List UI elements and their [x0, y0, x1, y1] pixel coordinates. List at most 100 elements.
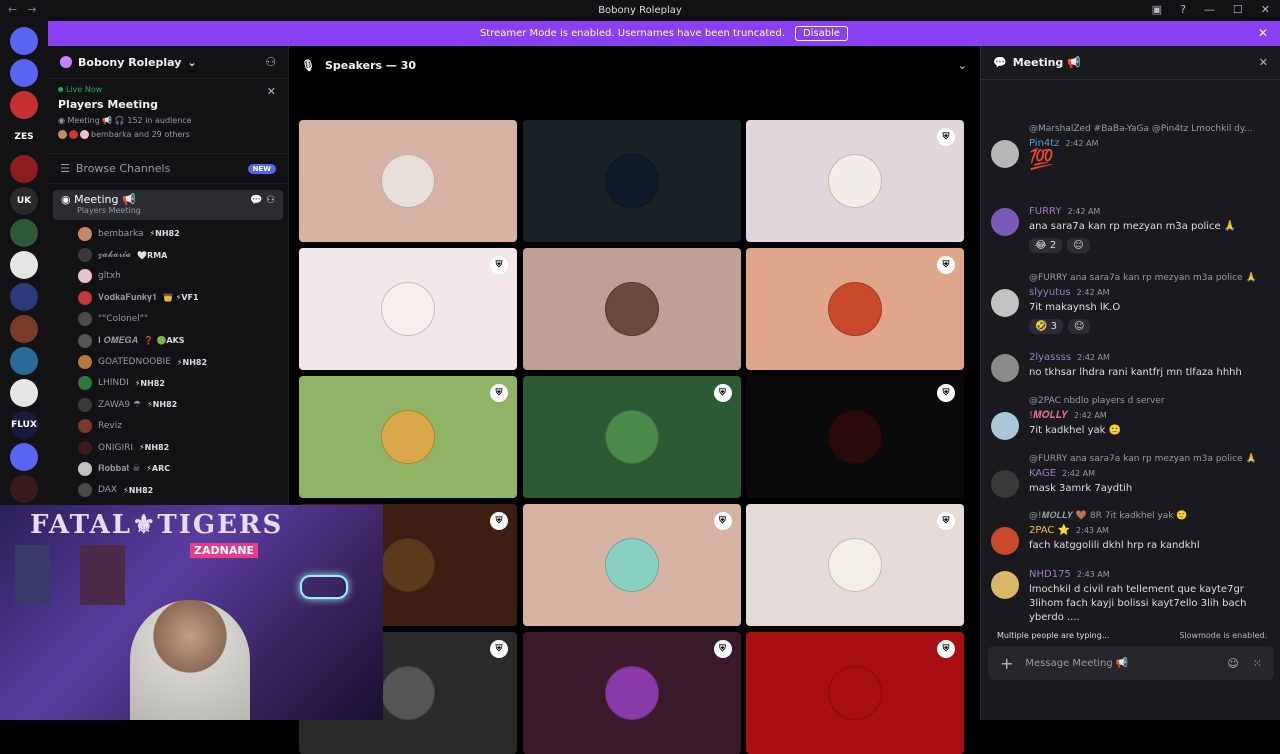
avatar	[78, 461, 92, 476]
voice-user[interactable]: LHINDI ⚡NH82	[78, 373, 288, 394]
reply-preview[interactable]: @MarshalZed #BaBa-YaGa @Pin4tz Lmochkil …	[1029, 124, 1253, 134]
voice-user[interactable]: DAX ⚡NH82	[78, 480, 288, 501]
server-icon[interactable]	[10, 283, 38, 311]
speaker-tile[interactable]: ⛨	[746, 504, 964, 626]
server-icon[interactable]	[10, 475, 38, 503]
user-name: bembarka	[98, 228, 144, 239]
voice-user[interactable]: GOATEDNOOBIE ⚡NH82	[78, 351, 288, 372]
close-icon[interactable]: ✕	[1261, 3, 1270, 16]
chevron-down-icon[interactable]: ⌄	[958, 59, 967, 72]
chat-bubble-icon[interactable]: 💬	[250, 195, 262, 206]
apps-icon[interactable]: ⁙	[1253, 657, 1262, 670]
avatar[interactable]	[991, 412, 1019, 440]
voice-user[interactable]: 𝔃𝓪𝓴𝓪𝓻𝓲𝓪 🤍RMA	[78, 244, 288, 265]
author-name[interactable]: !𝑴𝑶𝑳𝑳𝒀	[1029, 410, 1068, 421]
inbox-icon[interactable]: ▣	[1152, 3, 1162, 16]
speaker-tile[interactable]: ⛨	[746, 632, 964, 754]
reply-preview[interactable]: @!𝑴𝑶𝑳𝑳𝒀 🤎 8R 7it kadkhel yak 🙂	[1029, 511, 1188, 521]
avatar[interactable]	[991, 140, 1019, 168]
avatar[interactable]	[991, 571, 1019, 599]
server-icon[interactable]	[10, 219, 38, 247]
chat-panel: 💬 Meeting 📢 ✕ @MarshalZed #BaBa-YaGa @Pi…	[980, 46, 1280, 720]
voice-user[interactable]: ZAWA9 ☂ ⚡NH82	[78, 394, 288, 415]
speaker-tile[interactable]	[299, 120, 517, 242]
speaker-tile[interactable]: ⛨	[299, 376, 517, 498]
voice-user[interactable]: bembarka ⚡NH82	[78, 223, 288, 244]
reaction-chip[interactable]: 😂 2	[1029, 238, 1063, 253]
voice-user[interactable]: 𝐑𝐨𝐛𝐛𝐚𝐭 ☠ ⚡ARC	[78, 458, 288, 479]
avatar	[78, 226, 92, 241]
author-name[interactable]: KAGE	[1029, 468, 1056, 479]
message-input[interactable]: + Message Meeting 📢 ☺ ⁙	[988, 646, 1274, 680]
server-icon[interactable]: UK	[10, 187, 38, 215]
live-audience: 152 in audience	[127, 116, 192, 125]
timestamp: 2:42 AM	[1067, 207, 1101, 216]
server-icon[interactable]	[10, 27, 38, 55]
server-icon[interactable]	[10, 315, 38, 343]
banner-close-icon[interactable]: ✕	[1258, 26, 1268, 40]
add-member-icon[interactable]: ⚇	[266, 195, 275, 206]
emoji-icon[interactable]: ☺	[1227, 657, 1238, 670]
user-name: Reviz	[98, 421, 122, 432]
speaker-tile[interactable]: ⛨	[299, 248, 517, 370]
speaker-tile[interactable]: ⛨	[746, 120, 964, 242]
server-icon[interactable]	[10, 59, 38, 87]
minimize-icon[interactable]: —	[1204, 3, 1215, 16]
avatar[interactable]	[991, 354, 1019, 382]
add-reaction-icon[interactable]: ☺	[1068, 319, 1091, 334]
add-reaction-icon[interactable]: ☺	[1067, 238, 1090, 253]
server-icon[interactable]: ZES	[10, 123, 38, 151]
plus-icon[interactable]: +	[1000, 654, 1013, 673]
speaker-tile[interactable]: ⛨	[746, 376, 964, 498]
voice-user[interactable]: Reviz	[78, 416, 288, 437]
live-close-icon[interactable]: ✕	[267, 85, 276, 98]
browse-channels[interactable]: ☰ Browse Channels NEW	[48, 154, 288, 184]
author-name[interactable]: 2PAC ⭐	[1029, 525, 1070, 536]
server-icon[interactable]	[10, 443, 38, 471]
voice-user[interactable]: ""Colonel""	[78, 309, 288, 330]
live-stage-card[interactable]: Live Now Players Meeting ◉ Meeting 📢 🎧 1…	[48, 79, 288, 154]
voice-channel-meeting[interactable]: ◉ Meeting 📢 Players Meeting 💬 ⚇	[53, 190, 283, 220]
author-name[interactable]: slyyutus	[1029, 287, 1071, 298]
author-name[interactable]: FURRY	[1029, 206, 1061, 217]
avatar[interactable]	[991, 289, 1019, 317]
moderator-shield-icon: ⛨	[937, 256, 955, 274]
disable-button[interactable]: Disable	[794, 26, 849, 41]
server-icon[interactable]	[10, 379, 38, 407]
avatar	[604, 282, 659, 336]
server-icon[interactable]	[10, 155, 38, 183]
server-icon[interactable]	[10, 347, 38, 375]
forward-arrow-icon[interactable]: →	[27, 3, 36, 16]
speaker-tile[interactable]: ⛨	[746, 248, 964, 370]
author-name[interactable]: 2lyassss	[1029, 352, 1071, 363]
speaker-tile[interactable]	[522, 120, 741, 242]
server-icon[interactable]: FLUX	[10, 411, 38, 439]
speaker-tile[interactable]	[522, 248, 741, 370]
maximize-icon[interactable]: ☐	[1233, 3, 1243, 16]
speaker-tile[interactable]: ⛨	[522, 376, 741, 498]
browse-label: Browse Channels	[75, 162, 171, 175]
new-badge: NEW	[247, 163, 276, 174]
speaker-tile[interactable]: ⛨	[522, 504, 741, 626]
reaction-chip[interactable]: 🤣 3	[1029, 319, 1063, 334]
server-icon[interactable]	[10, 251, 38, 279]
voice-user[interactable]: gltxh	[78, 266, 288, 287]
speaker-tile[interactable]: ⛨	[522, 632, 741, 754]
reply-preview[interactable]: @FURRY ana sara7a kan rp mezyan m3a poli…	[1029, 454, 1257, 464]
reply-preview[interactable]: @FURRY ana sara7a kan rp mezyan m3a poli…	[1029, 273, 1257, 283]
invite-icon[interactable]: ⚇	[265, 55, 276, 69]
chat-close-icon[interactable]: ✕	[1259, 56, 1268, 69]
reply-preview[interactable]: @2PAC nbdlo players d server	[1029, 396, 1165, 406]
voice-user[interactable]: ONIGIRI ⚡NH82	[78, 437, 288, 458]
guild-header[interactable]: Bobony Roleplay ⌄ ⚇	[48, 46, 288, 79]
voice-user[interactable]: 𝐕𝐨𝐝𝐤𝐚𝐅𝐮𝐧𝐤𝐲𝟏 👑 ⚡VF1	[78, 287, 288, 308]
avatar[interactable]	[991, 470, 1019, 498]
server-icon[interactable]	[10, 91, 38, 119]
avatar[interactable]	[991, 208, 1019, 236]
back-arrow-icon[interactable]: ←	[8, 3, 17, 16]
author-name[interactable]: NHD175	[1029, 569, 1071, 580]
avatar	[381, 410, 435, 464]
help-icon[interactable]: ?	[1180, 3, 1186, 16]
avatar[interactable]	[991, 527, 1019, 555]
voice-user[interactable]: 𝐈 𝑶𝑴𝑬𝑮𝑨 ❓ 🟢AKS	[78, 330, 288, 351]
